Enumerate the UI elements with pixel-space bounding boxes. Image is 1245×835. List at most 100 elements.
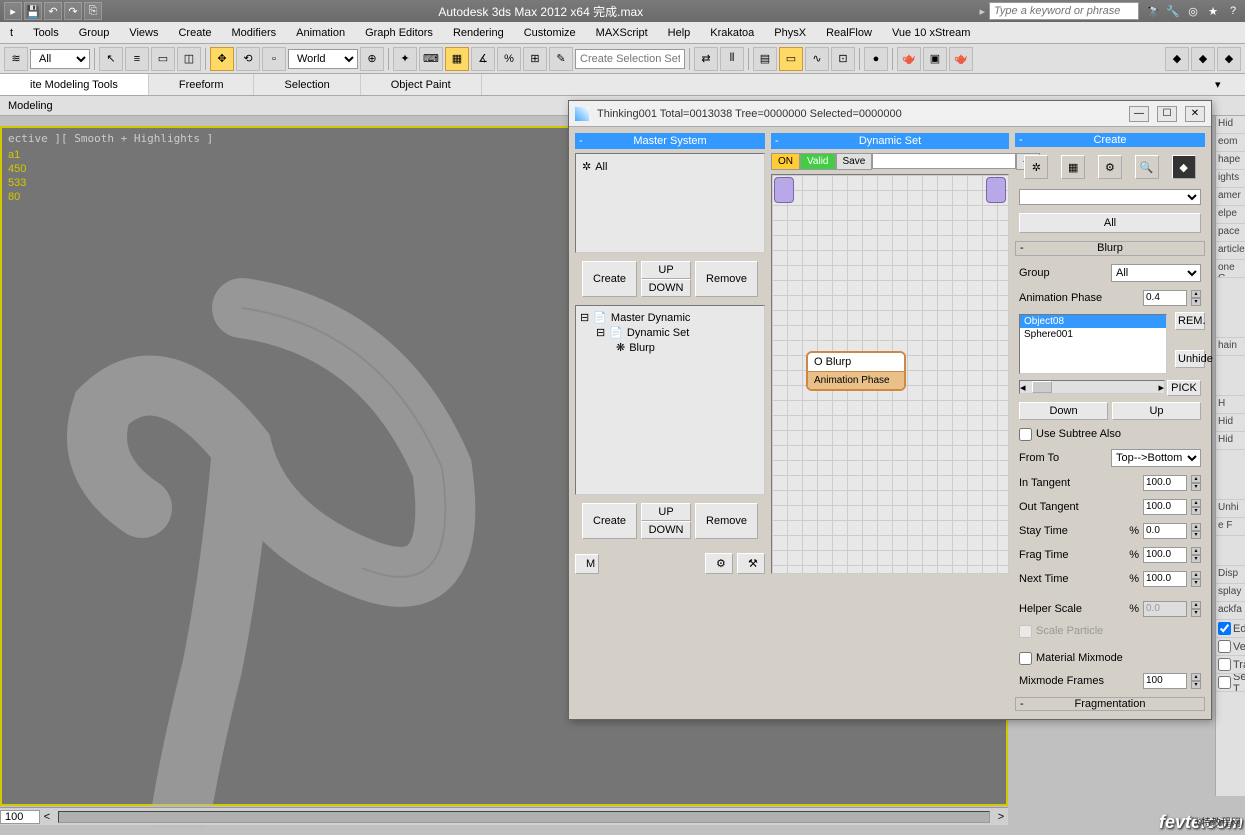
- select-rect-icon[interactable]: ▭: [151, 47, 175, 71]
- chain-cb[interactable]: hain: [1216, 338, 1245, 356]
- rem-button[interactable]: REM.: [1175, 312, 1205, 330]
- up-button-2[interactable]: UP: [641, 503, 691, 521]
- move-icon[interactable]: ✥: [210, 47, 234, 71]
- group-dropdown[interactable]: All: [1111, 264, 1201, 282]
- shape-cb[interactable]: hape: [1216, 152, 1245, 170]
- pick-button[interactable]: PICK: [1167, 380, 1201, 396]
- menu-maxscript[interactable]: MAXScript: [586, 22, 658, 43]
- hid2-btn[interactable]: Hid: [1216, 432, 1245, 450]
- tool1-button[interactable]: ⚙: [705, 553, 733, 574]
- named-sel-set-input[interactable]: [575, 49, 685, 69]
- menu-physx[interactable]: PhysX: [764, 22, 816, 43]
- menu-modifiers[interactable]: Modifiers: [222, 22, 287, 43]
- maximize-button[interactable]: ☐: [1157, 106, 1177, 122]
- help-icon[interactable]: ?: [1225, 3, 1241, 19]
- create-icon-3[interactable]: ⚙: [1098, 155, 1122, 179]
- create-type-dropdown[interactable]: [1019, 189, 1201, 205]
- create-button-2[interactable]: Create: [582, 503, 637, 539]
- menu-rendering[interactable]: Rendering: [443, 22, 514, 43]
- layer-icon[interactable]: ▤: [753, 47, 777, 71]
- spin-down-icon[interactable]: ▾: [1191, 298, 1201, 306]
- material-mixmode-checkbox[interactable]: [1019, 652, 1032, 665]
- create-icon-4[interactable]: 🔍: [1135, 155, 1159, 179]
- timeline[interactable]: < >: [0, 807, 1008, 825]
- object-list[interactable]: Object08 Sphere001: [1019, 314, 1167, 374]
- percent-snap-icon[interactable]: %: [497, 47, 521, 71]
- dynamic-set-header[interactable]: - Dynamic Set: [771, 133, 1009, 149]
- schematic-icon[interactable]: ⊡: [831, 47, 855, 71]
- menu-create[interactable]: Create: [168, 22, 221, 43]
- collapse-icon[interactable]: -: [775, 135, 779, 147]
- mixmode-frames-input[interactable]: [1143, 673, 1187, 689]
- down-button-1[interactable]: DOWN: [641, 279, 691, 297]
- save-icon[interactable]: 💾: [24, 2, 42, 20]
- remove-button-1[interactable]: Remove: [695, 261, 758, 297]
- create-header[interactable]: - Create: [1015, 133, 1205, 147]
- use-subtree-checkbox[interactable]: [1019, 428, 1032, 441]
- camera-cb[interactable]: amer: [1216, 188, 1245, 206]
- tool2-button[interactable]: ⚒: [737, 553, 765, 574]
- viewport-label[interactable]: ective ][ Smooth + Highlights ]: [8, 132, 213, 145]
- menu-help[interactable]: Help: [658, 22, 701, 43]
- subribbon-label[interactable]: Modeling: [8, 100, 53, 112]
- traject-cb[interactable]: Trajec: [1216, 656, 1245, 674]
- pivot-icon[interactable]: ⊕: [360, 47, 384, 71]
- tool-icon[interactable]: 🔧: [1165, 3, 1181, 19]
- render-frame-icon[interactable]: ▣: [923, 47, 947, 71]
- render-icon[interactable]: 🫖: [949, 47, 973, 71]
- create-icon-2[interactable]: ▦: [1061, 155, 1085, 179]
- fragmentation-header[interactable]: - Fragmentation: [1015, 697, 1205, 711]
- backface-cb[interactable]: ackfa: [1216, 602, 1245, 620]
- plugin3-icon[interactable]: ◆: [1217, 47, 1241, 71]
- ribbon-tab-modeling[interactable]: ite Modeling Tools: [0, 74, 149, 95]
- list-item-all[interactable]: ✲ All: [580, 158, 760, 175]
- selection-filter-icon[interactable]: ≋: [4, 47, 28, 71]
- create-icon-1[interactable]: ✲: [1024, 155, 1048, 179]
- create-icon-5[interactable]: ◆: [1172, 155, 1196, 179]
- blurp-header[interactable]: - Blurp: [1015, 241, 1205, 255]
- rotate-icon[interactable]: ⟲: [236, 47, 260, 71]
- geom-cb[interactable]: eom: [1216, 134, 1245, 152]
- set-name-input[interactable]: [872, 153, 1016, 169]
- blurp-node[interactable]: O Blurp Animation Phase: [806, 351, 906, 391]
- in-tangent-input[interactable]: [1143, 475, 1187, 491]
- tree-root[interactable]: ⊟📄Master Dynamic: [580, 310, 760, 325]
- star-icon[interactable]: ★: [1205, 3, 1221, 19]
- binoculars-icon[interactable]: 🔭: [1145, 3, 1161, 19]
- plugin1-icon[interactable]: ◆: [1165, 47, 1189, 71]
- render-setup-icon[interactable]: 🫖: [897, 47, 921, 71]
- h-btn[interactable]: H: [1216, 396, 1245, 414]
- node-graph[interactable]: O Blurp Animation Phase: [771, 174, 1009, 574]
- search-chevron-icon[interactable]: ▸: [979, 5, 985, 18]
- help-search-input[interactable]: [989, 2, 1139, 20]
- ribbon-collapse-icon[interactable]: ▾: [1215, 78, 1245, 91]
- coord-system-dropdown[interactable]: World: [288, 49, 358, 69]
- from-to-dropdown[interactable]: Top-->Bottom: [1111, 449, 1201, 467]
- target-icon[interactable]: ◎: [1185, 3, 1201, 19]
- menu-graph-editors[interactable]: Graph Editors: [355, 22, 443, 43]
- app-menu[interactable]: ▸: [4, 2, 22, 20]
- m-button[interactable]: M: [575, 554, 599, 574]
- edges-cb[interactable]: Edges: [1216, 620, 1245, 638]
- menu-tools[interactable]: Tools: [23, 22, 69, 43]
- undo-icon[interactable]: ↶: [44, 2, 62, 20]
- scale-icon[interactable]: ▫: [262, 47, 286, 71]
- obj-item-1[interactable]: Sphere001: [1020, 328, 1166, 341]
- up-button-1[interactable]: UP: [641, 261, 691, 279]
- redo-icon[interactable]: ↷: [64, 2, 82, 20]
- ribbon-tab-freeform[interactable]: Freeform: [149, 74, 255, 95]
- stay-time-input[interactable]: [1143, 523, 1187, 539]
- seethru-cb[interactable]: See-T: [1216, 674, 1245, 692]
- menu-group[interactable]: Group: [69, 22, 120, 43]
- ribbon-tab-object-paint[interactable]: Object Paint: [361, 74, 482, 95]
- master-system-list[interactable]: ✲ All: [575, 153, 765, 253]
- obj-item-0[interactable]: Object08: [1020, 315, 1166, 328]
- angle-snap-icon[interactable]: ∡: [471, 47, 495, 71]
- scrollbar[interactable]: ◂ ▸: [1019, 380, 1165, 394]
- timeline-prev-icon[interactable]: <: [40, 811, 54, 823]
- helper-cb[interactable]: elpe: [1216, 206, 1245, 224]
- unhide-button[interactable]: Unhide: [1175, 350, 1205, 368]
- hide-btn[interactable]: Hid: [1216, 116, 1245, 134]
- disp-btn[interactable]: Disp: [1216, 566, 1245, 584]
- menu-animation[interactable]: Animation: [286, 22, 355, 43]
